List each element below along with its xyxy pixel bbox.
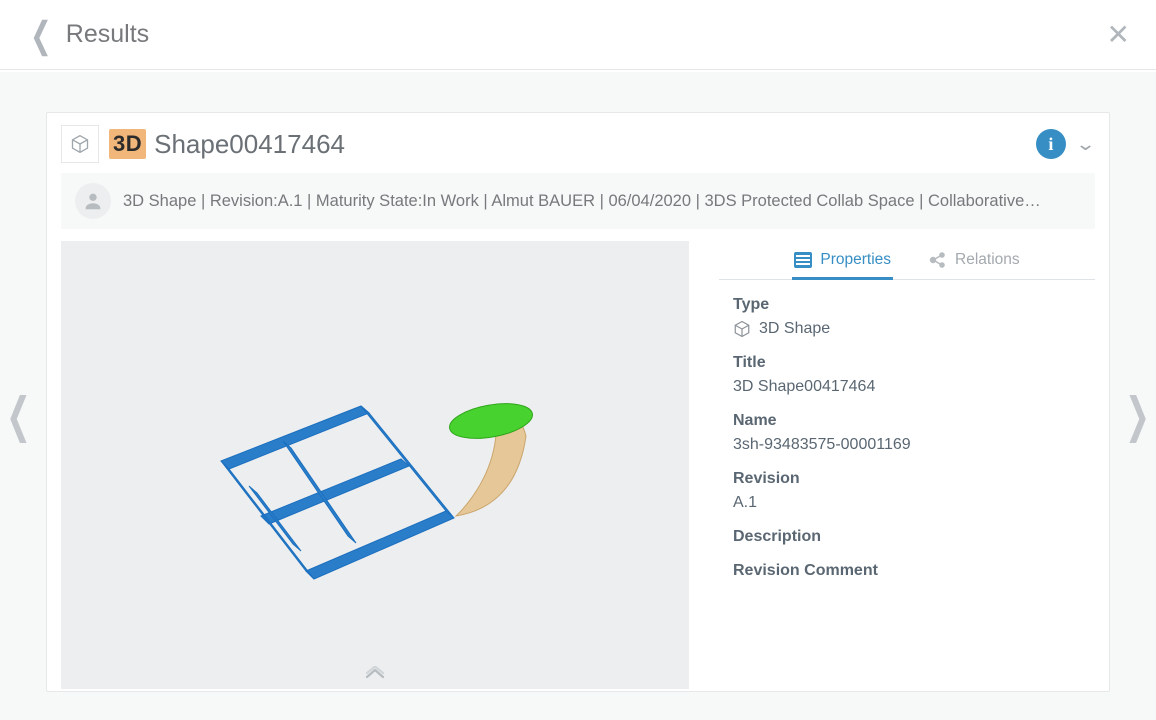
prop-revision-comment: Revision Comment <box>733 562 1091 580</box>
prop-revision-value: A.1 <box>733 494 1091 512</box>
prop-name-value: 3sh-93483575-00001169 <box>733 436 1091 454</box>
page-title: Results <box>66 20 149 49</box>
prop-title-value: 3D Shape00417464 <box>733 378 1091 396</box>
prop-type-label: Type <box>733 296 1091 314</box>
subheader-bar: 3D Shape | Revision:A.1 | Maturity State… <box>61 173 1095 229</box>
tabs: Properties Relations <box>719 241 1095 280</box>
content-area: ❮ ❯ 3D Shape00417464 i ⌄ <box>0 72 1156 720</box>
top-bar-left: ❮ Results <box>30 20 149 49</box>
prop-type-value: 3D Shape <box>733 320 1091 338</box>
prop-name-label: Name <box>733 412 1091 430</box>
properties-tab-icon <box>794 252 812 268</box>
top-bar: ❮ Results ✕ <box>0 0 1156 70</box>
subheader-text: 3D Shape | Revision:A.1 | Maturity State… <box>123 192 1041 211</box>
close-icon[interactable]: ✕ <box>1107 21 1130 49</box>
tab-relations-label: Relations <box>955 251 1020 269</box>
prop-type: Type 3D Shape <box>733 296 1091 338</box>
prop-revision: Revision A.1 <box>733 470 1091 512</box>
3d-model-preview <box>61 241 689 689</box>
owner-avatar-icon <box>75 183 111 219</box>
info-icon[interactable]: i <box>1036 129 1066 159</box>
tab-properties-label: Properties <box>820 251 891 269</box>
prop-description-label: Description <box>733 528 1091 546</box>
3d-badge: 3D <box>109 129 146 159</box>
next-result-chevron-icon[interactable]: ❯ <box>1125 393 1150 441</box>
type-thumbnail-icon[interactable] <box>61 125 99 163</box>
prop-name: Name 3sh-93483575-00001169 <box>733 412 1091 454</box>
properties-pane: Properties Relations Type <box>719 241 1095 689</box>
card-header-left: 3D Shape00417464 <box>61 125 345 163</box>
actions-chevron-down-icon[interactable]: ⌄ <box>1075 134 1096 155</box>
cube-icon <box>733 320 751 338</box>
3d-viewer[interactable] <box>61 241 689 689</box>
expand-viewer-chevron-up-icon[interactable] <box>364 666 386 683</box>
result-card: 3D Shape00417464 i ⌄ 3D Shape | Revision… <box>46 112 1110 692</box>
prev-result-chevron-icon[interactable]: ❮ <box>6 393 31 441</box>
prop-description: Description <box>733 528 1091 546</box>
prop-title-label: Title <box>733 354 1091 372</box>
prop-revision-comment-label: Revision Comment <box>733 562 1091 580</box>
back-chevron-icon[interactable]: ❮ <box>30 16 52 52</box>
prop-revision-label: Revision <box>733 470 1091 488</box>
tab-properties[interactable]: Properties <box>792 245 893 280</box>
item-title: 3D Shape00417464 <box>109 129 345 160</box>
item-title-text: Shape00417464 <box>154 129 345 160</box>
card-header-right: i ⌄ <box>1036 129 1093 159</box>
property-list: Type 3D Shape Title <box>719 280 1095 580</box>
tab-relations[interactable]: Relations <box>927 245 1022 280</box>
relations-tab-icon <box>929 252 947 268</box>
prop-title: Title 3D Shape00417464 <box>733 354 1091 396</box>
prop-type-value-text: 3D Shape <box>759 320 830 338</box>
card-body: Properties Relations Type <box>61 241 1095 689</box>
card-header: 3D Shape00417464 i ⌄ <box>61 125 1095 173</box>
